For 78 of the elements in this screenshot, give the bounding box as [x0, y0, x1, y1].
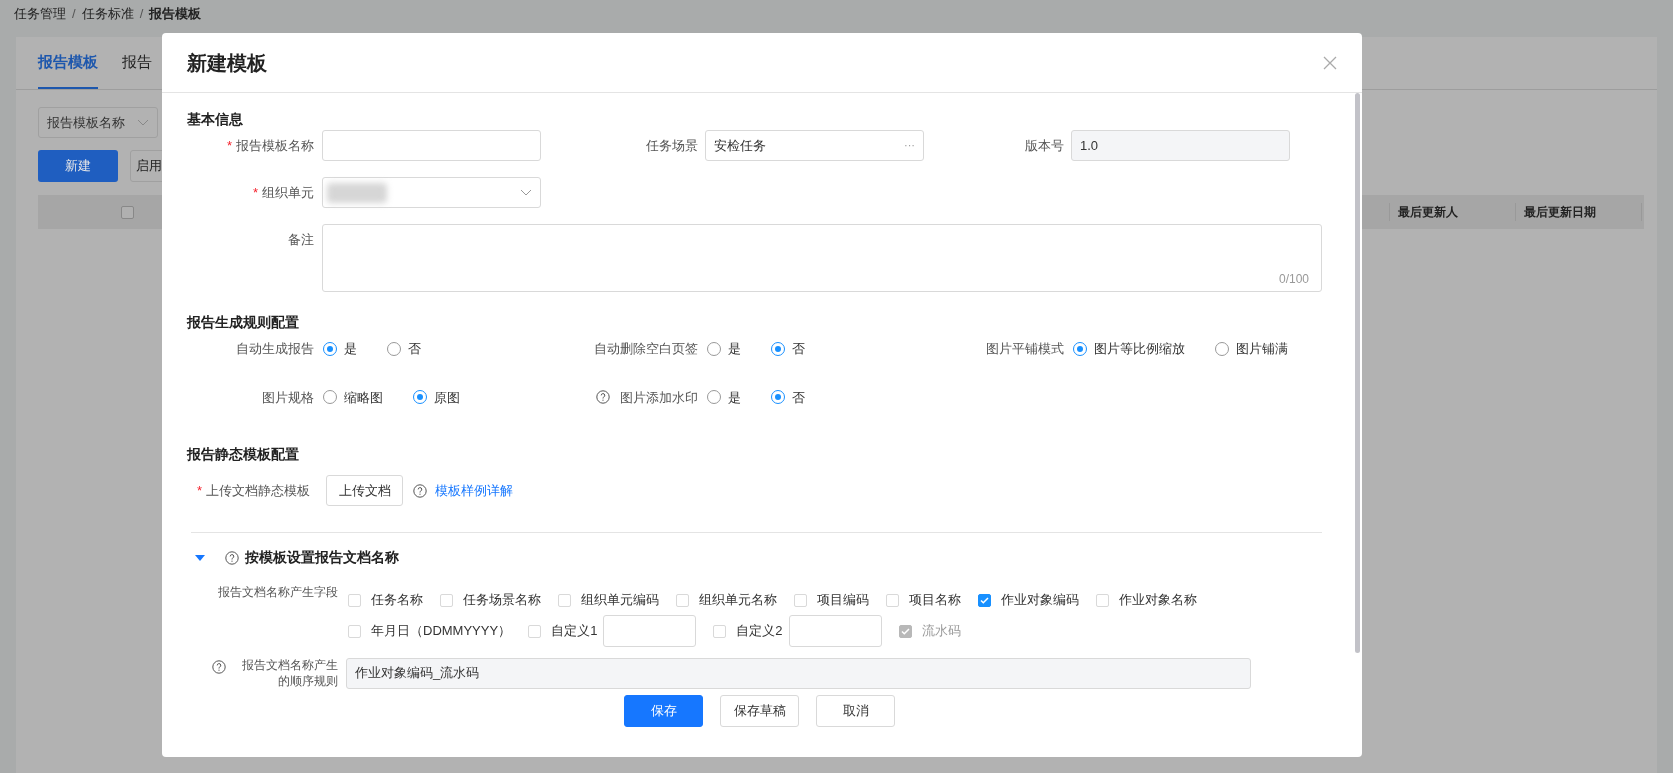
option-label[interactable]: 否 [792, 387, 805, 407]
option-label[interactable]: 项目名称 [909, 590, 961, 610]
option-label[interactable]: 是 [344, 339, 357, 359]
section-title: 基本信息 [187, 110, 244, 127]
required-mark: * [252, 183, 258, 202]
option-label[interactable]: 图片等比例缩放 [1094, 339, 1185, 359]
column-header: 最后更新人 [1389, 203, 1515, 221]
option-label[interactable]: 自定义1 [551, 621, 598, 641]
sample-link[interactable]: 模板样例详解 [435, 480, 513, 501]
field-label: 组织单元 [262, 183, 314, 202]
option-label[interactable]: 任务名称 [371, 590, 423, 610]
option-label[interactable]: 是 [728, 339, 741, 359]
option-label[interactable]: 任务场景名称 [463, 590, 541, 610]
field-label: 自动删除空白页签 [594, 340, 698, 358]
field-label: 自动生成报告 [236, 340, 314, 358]
option-label[interactable]: 组织单元编码 [581, 590, 659, 610]
help-icon [225, 550, 239, 565]
field-label: 报告文档名称产生的顺序规则 [241, 657, 338, 689]
option-label[interactable]: 图片铺满 [1236, 339, 1288, 359]
check-icon [980, 595, 989, 605]
field-label: 图片规格 [262, 388, 314, 407]
field-label: 图片添加水印 [620, 388, 698, 407]
version-field[interactable]: 1.0 [1071, 130, 1290, 161]
option-label[interactable]: 缩略图 [344, 387, 383, 407]
breadcrumb-separator: / [139, 5, 144, 24]
caret-icon[interactable] [195, 553, 205, 562]
field-label: 任务场景 [646, 136, 698, 155]
checkbox[interactable] [978, 593, 991, 607]
help-icon [212, 660, 226, 674]
footer-button[interactable]: 保存草稿 [720, 695, 799, 727]
column-header: 最后更新日期 [1515, 203, 1641, 221]
option-label[interactable]: 年月日（DDMMYYYY） [371, 621, 512, 641]
option-label[interactable]: 否 [792, 339, 805, 359]
upload-button[interactable]: 上传文档 [326, 475, 403, 506]
section-title: 报告静态模板配置 [187, 445, 300, 464]
required-mark: * [226, 136, 232, 155]
option-label[interactable]: 作业对象编码 [1001, 590, 1079, 610]
help-icon [413, 483, 427, 498]
org-unit-select[interactable] [322, 177, 541, 208]
breadcrumb-item: 报告模板 [149, 5, 202, 24]
breadcrumb-separator: / [72, 5, 76, 24]
modal-title: 新建模板 [187, 50, 267, 76]
char-counter: 0/100 [1278, 271, 1309, 288]
field-label: 报告文档名称产生字段 [218, 584, 338, 601]
field-label: 上传文档静态模板 [206, 481, 310, 500]
option-label[interactable]: 是 [728, 387, 741, 407]
option-label[interactable]: 组织单元名称 [699, 590, 777, 610]
check-icon [900, 626, 910, 636]
custom-input[interactable] [788, 615, 882, 647]
input-field[interactable] [322, 130, 541, 161]
order-rule-field[interactable]: 作业对象编码_流水码 [346, 657, 1251, 689]
option-label[interactable]: 原图 [434, 387, 460, 407]
tab[interactable]: 报告 [122, 50, 152, 89]
field-label: 版本号 [1025, 136, 1064, 155]
header-checkbox[interactable] [121, 205, 134, 219]
option-label[interactable]: 作业对象名称 [1119, 590, 1197, 610]
filter-select[interactable]: 报告模板名称 [38, 107, 158, 138]
required-mark: * [196, 481, 202, 500]
field-label: 报告模板名称 [236, 136, 314, 155]
close-icon[interactable] [1323, 55, 1337, 70]
field-label: 图片平铺模式 [986, 340, 1064, 358]
chevron-down-icon [137, 118, 149, 127]
field-label: 备注 [288, 231, 314, 249]
collapse-title: 按模板设置报告文档名称 [245, 548, 399, 567]
breadcrumb-item[interactable]: 任务标准 [81, 4, 134, 24]
scene-field[interactable]: 安检任务 ··· [705, 130, 924, 161]
custom-input[interactable] [603, 615, 697, 647]
footer-button[interactable]: 保存 [624, 695, 703, 727]
option-label[interactable]: 自定义2 [736, 621, 783, 641]
breadcrumb-item[interactable]: 任务管理 [14, 4, 66, 24]
option-label[interactable]: 否 [408, 339, 421, 359]
footer-button[interactable]: 取消 [816, 695, 895, 727]
option-label[interactable]: 项目编码 [817, 590, 869, 610]
chevron-down-icon [520, 188, 532, 197]
scrollbar[interactable] [1355, 93, 1360, 653]
toolbar-button[interactable]: 新建 [38, 150, 118, 182]
blurred-value [327, 182, 387, 203]
section-title: 报告生成规则配置 [187, 313, 300, 332]
